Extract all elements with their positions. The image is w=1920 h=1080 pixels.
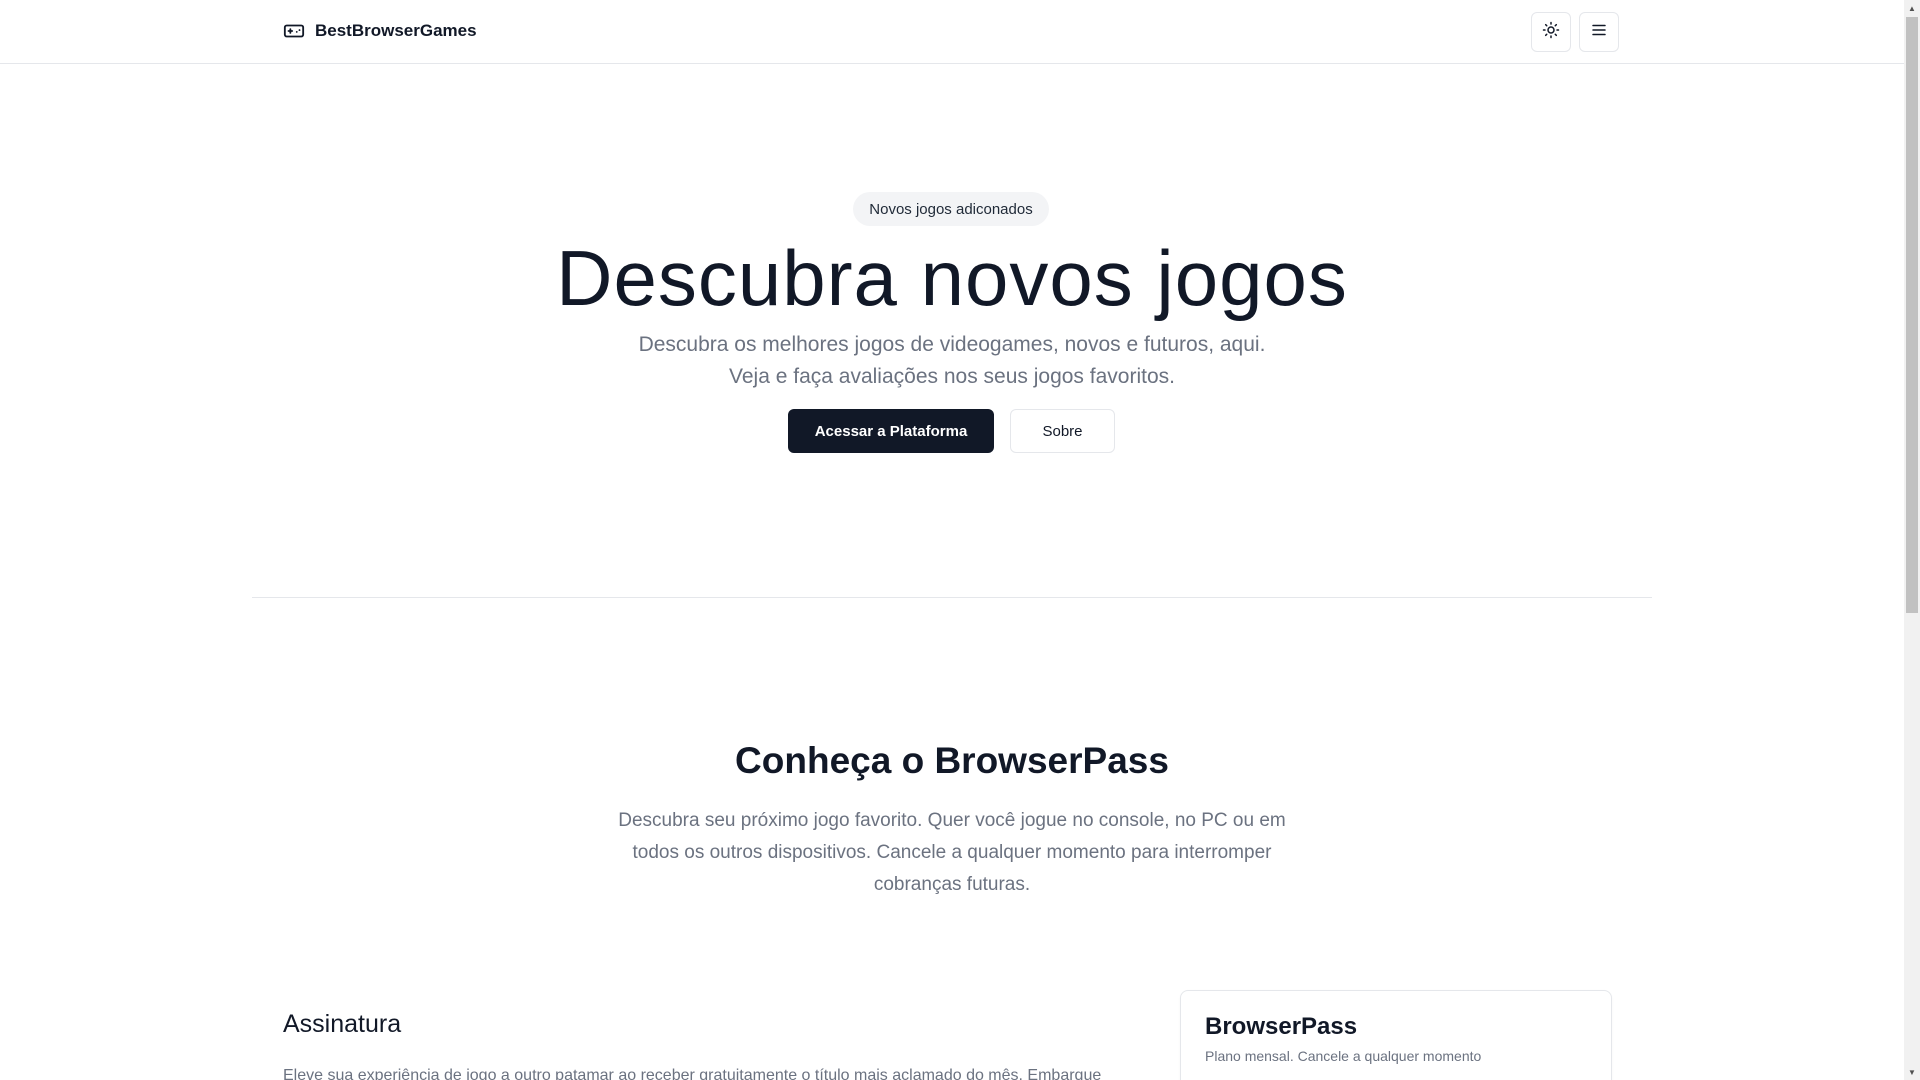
- scroll-down-arrow-icon[interactable]: ▼: [1904, 1064, 1920, 1080]
- hero-title: Descubra novos jogos: [556, 234, 1348, 322]
- plan-description: Plano mensal. Cancele a qualquer momento: [1205, 1048, 1482, 1064]
- hero-subtitle-line-2: Veja e faça avaliações nos seus jogos fa…: [729, 365, 1175, 388]
- gamepad-icon: [283, 20, 305, 42]
- menu-button[interactable]: [1579, 12, 1619, 52]
- scroll-up-arrow-icon[interactable]: ▲: [1904, 0, 1920, 16]
- hero-subtitle-line-1: Descubra os melhores jogos de videogames…: [638, 333, 1266, 356]
- scrollbar-thumb[interactable]: [1906, 17, 1918, 613]
- about-button[interactable]: Sobre: [1010, 409, 1115, 453]
- access-platform-button[interactable]: Acessar a Plataforma: [788, 409, 994, 453]
- browserpass-description: Descubra seu próximo jogo favorito. Quer…: [618, 810, 1286, 895]
- section-divider: [252, 597, 1652, 598]
- new-games-badge: Novos jogos adiconados: [853, 192, 1049, 226]
- vertical-scrollbar[interactable]: ▲ ▼: [1904, 0, 1920, 1080]
- hamburger-menu-icon: [1590, 21, 1608, 44]
- page: BestBrowserGames Novos jogos adiconados …: [0, 0, 1920, 1080]
- plan-title: BrowserPass: [1205, 1013, 1358, 1040]
- site-header: BestBrowserGames: [0, 0, 1904, 64]
- browserpass-section-title: Conheça o BrowserPass: [735, 740, 1169, 781]
- theme-toggle-button[interactable]: [1531, 12, 1571, 52]
- brand-link[interactable]: BestBrowserGames: [283, 20, 477, 42]
- plan-card: BrowserPass Plano mensal. Cancele a qual…: [1180, 990, 1612, 1080]
- brand-name: BestBrowserGames: [315, 21, 477, 40]
- subscription-heading: Assinatura: [283, 1010, 402, 1038]
- hero-subtitle: Descubra os melhores jogos de videogames…: [0, 329, 1904, 393]
- sun-icon: [1542, 21, 1560, 44]
- subscription-text: Eleve sua experiência de jogo a outro pa…: [283, 1067, 1102, 1080]
